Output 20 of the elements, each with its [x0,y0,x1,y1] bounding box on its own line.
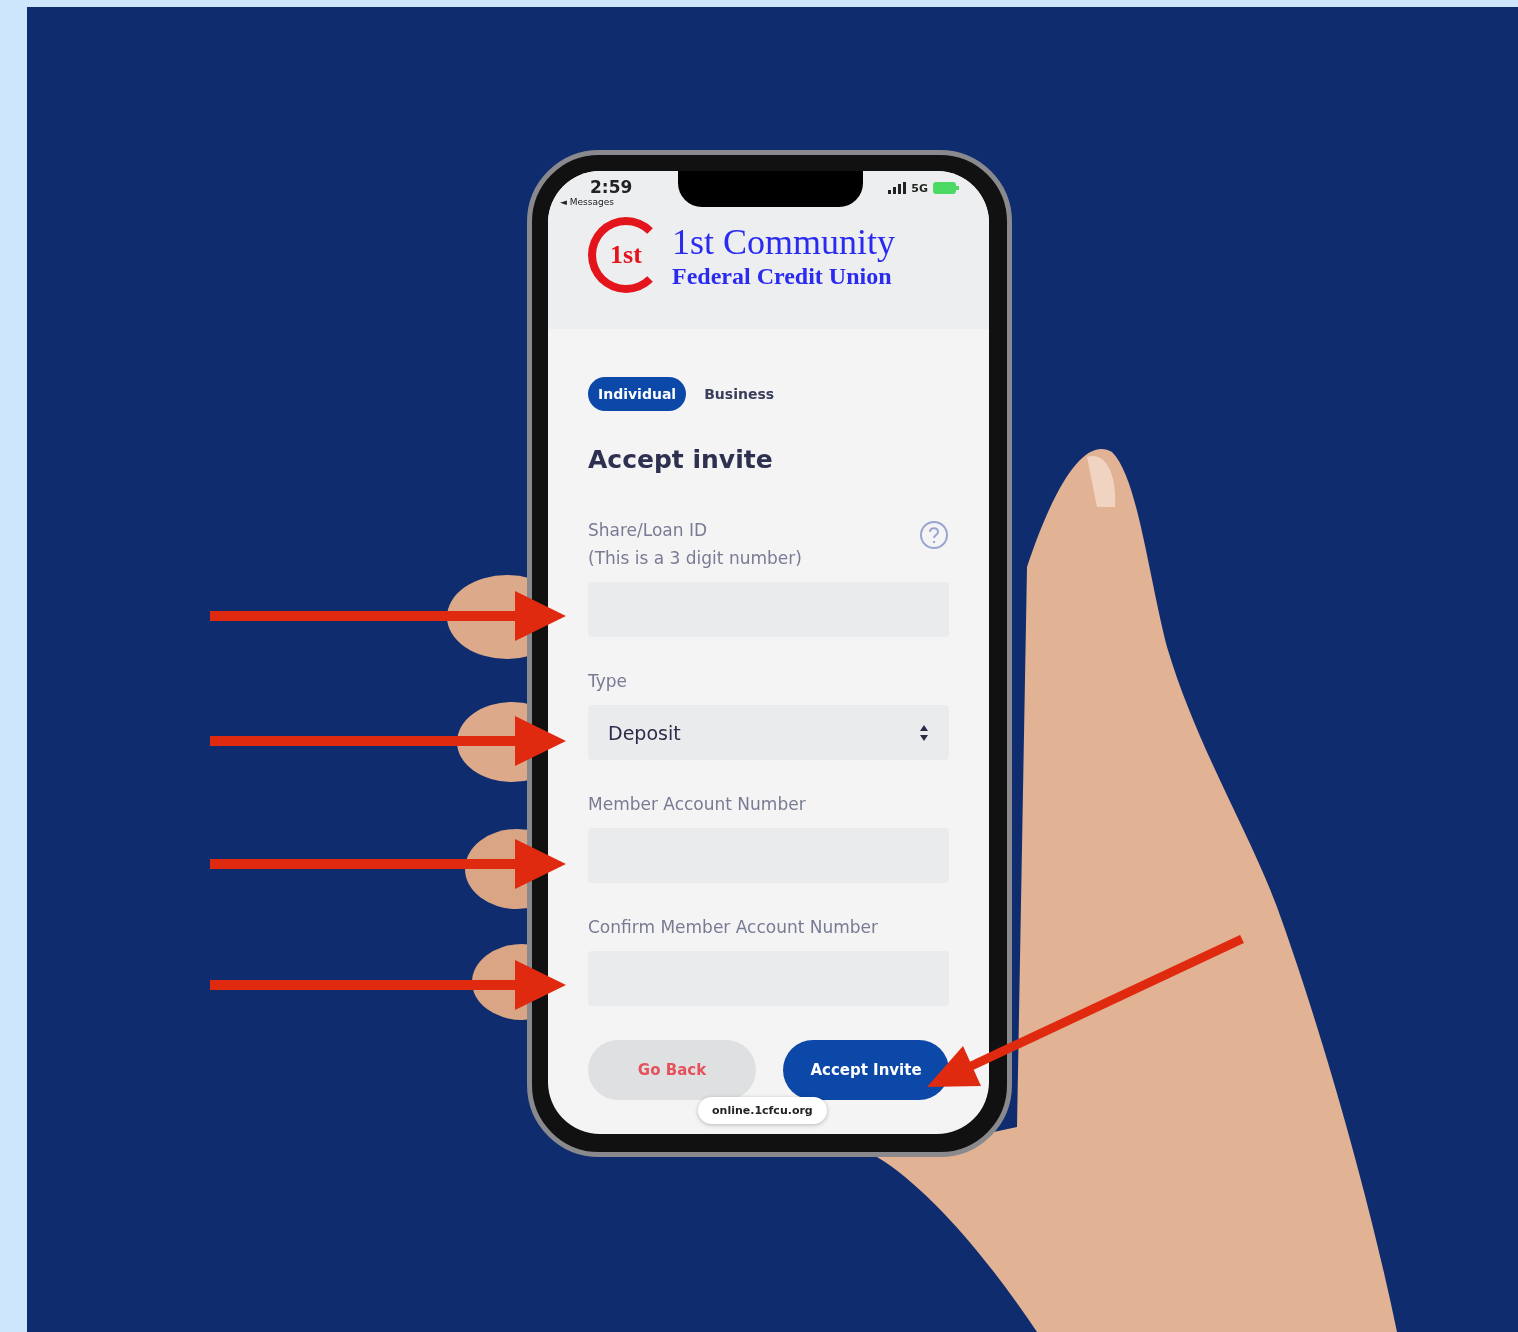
status-time: 2:59 [589,177,633,197]
signal-icon [888,182,907,194]
logo-name: 1st Community [672,220,896,263]
type-select[interactable]: Deposit [588,705,949,760]
field-label: Member Account Number [588,794,806,814]
field-hint: (This is a 3 digit number) [588,548,802,568]
accept-button[interactable]: Accept Invite [783,1040,949,1100]
page-heading: Accept invite [588,445,774,474]
field-label: Confirm Member Account Number [588,917,879,937]
account-type-tab[interactable]: Business [694,377,785,411]
url-bar[interactable]: online.1cfcu.org [698,1097,827,1124]
field-label: Type [588,671,628,691]
logo-subtitle: Federal Credit Union [672,262,893,290]
account-type-tab[interactable]: Individual [588,377,687,411]
back-link[interactable]: ◄ Messages [560,197,633,207]
select-value: Deposit [608,721,681,744]
field-label: Share/Loan ID [588,520,709,540]
battery-icon [933,182,959,194]
help-icon[interactable] [919,520,949,550]
network-label: 5G [911,181,928,195]
